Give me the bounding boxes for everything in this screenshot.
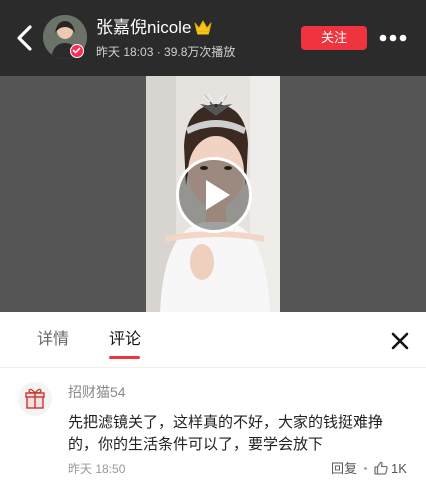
tab-bar: 详情 评论: [0, 312, 426, 368]
more-icon[interactable]: [378, 31, 408, 45]
verified-icon: [70, 44, 84, 58]
separator-dot: [364, 467, 367, 470]
crown-icon: [194, 20, 212, 35]
gift-icon: [25, 388, 45, 409]
thumbs-up-icon[interactable]: [373, 460, 389, 476]
like-count: 1K: [391, 461, 407, 476]
tab-details[interactable]: 详情: [37, 330, 69, 350]
comment-avatar[interactable]: [18, 382, 52, 416]
back-arrow-icon[interactable]: [12, 22, 38, 54]
play-button[interactable]: [176, 157, 252, 233]
active-tab-indicator: [109, 356, 140, 359]
comment-username[interactable]: 招财猫54: [68, 383, 126, 401]
video-player[interactable]: [0, 76, 426, 312]
reply-button[interactable]: 回复: [331, 460, 357, 477]
comment-time: 昨天 18:50: [68, 462, 126, 476]
top-bar: 张嘉倪nicole 昨天 18:03 · 39.8万次播放 关注: [0, 0, 426, 76]
username[interactable]: 张嘉倪nicole: [96, 18, 191, 38]
play-icon: [206, 180, 230, 210]
close-icon[interactable]: [390, 331, 410, 351]
post-meta: 昨天 18:03 · 39.8万次播放: [96, 45, 236, 59]
tab-comments[interactable]: 评论: [109, 330, 141, 350]
follow-button[interactable]: 关注: [301, 26, 367, 50]
comment-text: 先把滤镜关了，这样真的不好，大家的钱挺难挣的，你的生活条件可以了，要学会放下: [68, 414, 384, 453]
